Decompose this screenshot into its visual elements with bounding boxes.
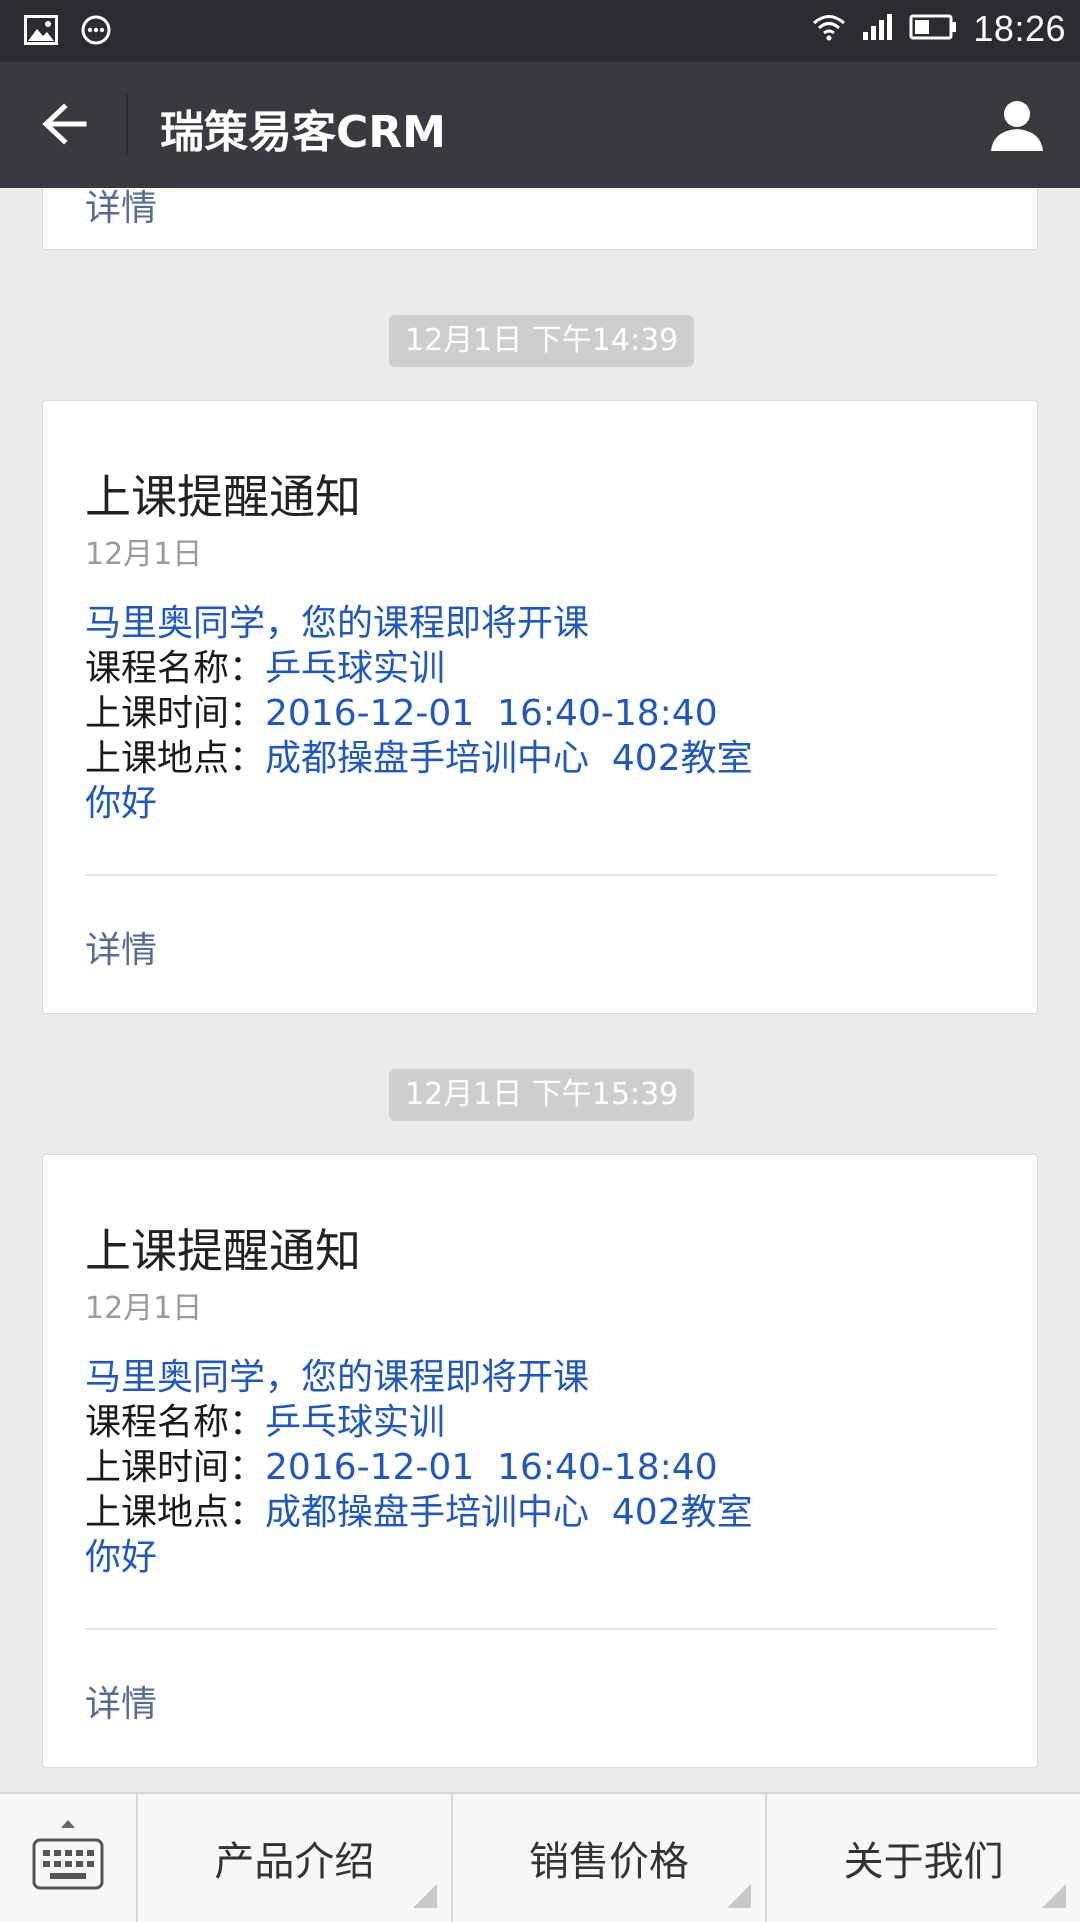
- time-value: 2016-12-01 16:40-18:40: [265, 1447, 718, 1488]
- keyboard-icon: [30, 1816, 106, 1900]
- submenu-indicator-icon: [1042, 1884, 1067, 1908]
- notification-card[interactable]: 上课提醒通知 12月1日 马里奥同学，您的课程即将开课 课程名称：乒乓球实训 上…: [42, 1154, 1038, 1768]
- submenu-indicator-icon: [412, 1884, 437, 1908]
- message-timestamp: 12月1日 下午15:39: [389, 1069, 695, 1121]
- card-date: 12月1日: [85, 537, 203, 572]
- menu-item-label: 产品介绍: [214, 1839, 375, 1885]
- message-list: 详情 12月1日 下午14:39 上课提醒通知 12月1日 马里奥同学，您的课程…: [0, 188, 1080, 1792]
- course-label: 课程名称：: [85, 648, 266, 689]
- signal-icon: [861, 12, 895, 46]
- card-body: 马里奥同学，您的课程即将开课 课程名称：乒乓球实训 上课时间：2016-12-0…: [85, 601, 753, 826]
- bottom-menu: 产品介绍 销售价格 关于我们: [0, 1792, 1080, 1922]
- back-arrow-icon: [40, 102, 88, 150]
- detail-link[interactable]: 详情: [85, 1675, 157, 1727]
- card-divider: [85, 1628, 997, 1630]
- menu-item-product-intro[interactable]: 产品介绍: [138, 1794, 453, 1922]
- message-timestamp: 12月1日 下午14:39: [389, 315, 695, 367]
- back-button[interactable]: [28, 90, 100, 162]
- menu-item-label: 销售价格: [529, 1839, 689, 1885]
- notification-card[interactable]: 上课提醒通知 12月1日 马里奥同学，您的课程即将开课 课程名称：乒乓球实训 上…: [42, 400, 1038, 1014]
- user-icon: [989, 97, 1045, 157]
- greeting-text: 马里奥同学，您的课程即将开课: [85, 1357, 590, 1398]
- closing-text: 你好: [85, 1537, 158, 1578]
- card-body: 马里奥同学，您的课程即将开课 课程名称：乒乓球实训 上课时间：2016-12-0…: [85, 1355, 753, 1580]
- card-title: 上课提醒通知: [85, 1224, 361, 1278]
- image-icon: [24, 15, 58, 49]
- location-value: 成都操盘手培训中心 402教室: [265, 1492, 753, 1533]
- title-divider: [126, 94, 128, 156]
- page-title: 瑞策易客CRM: [160, 107, 446, 158]
- menu-item-about-us[interactable]: 关于我们: [767, 1794, 1080, 1922]
- time-label: 上课时间：: [85, 1447, 266, 1488]
- wifi-icon: [811, 12, 847, 46]
- card-date: 12月1日: [85, 1291, 203, 1326]
- location-label: 上课地点：: [85, 738, 266, 779]
- status-bar: 18:26: [0, 0, 1080, 62]
- detail-link[interactable]: 详情: [85, 188, 157, 231]
- time-label: 上课时间：: [85, 693, 266, 734]
- keyboard-toggle-button[interactable]: [0, 1794, 138, 1922]
- closing-text: 你好: [85, 783, 158, 824]
- user-profile-button[interactable]: [982, 92, 1052, 162]
- menu-item-sales-price[interactable]: 销售价格: [453, 1794, 768, 1922]
- status-time: 18:26: [973, 8, 1066, 49]
- previous-message-card[interactable]: 详情: [42, 188, 1038, 250]
- course-value: 乒乓球实训: [265, 1402, 446, 1443]
- course-label: 课程名称：: [85, 1402, 266, 1443]
- location-value: 成都操盘手培训中心 402教室: [265, 738, 753, 779]
- message-icon: [80, 14, 112, 50]
- time-value: 2016-12-01 16:40-18:40: [265, 693, 718, 734]
- card-title: 上课提醒通知: [85, 470, 361, 524]
- greeting-text: 马里奥同学，您的课程即将开课: [85, 603, 590, 644]
- location-label: 上课地点：: [85, 1492, 266, 1533]
- card-divider: [85, 874, 997, 876]
- submenu-indicator-icon: [727, 1884, 752, 1908]
- course-value: 乒乓球实训: [265, 648, 446, 689]
- menu-item-label: 关于我们: [843, 1839, 1004, 1885]
- title-bar: 瑞策易客CRM: [0, 62, 1080, 188]
- detail-link[interactable]: 详情: [85, 921, 157, 973]
- battery-icon: [909, 12, 959, 46]
